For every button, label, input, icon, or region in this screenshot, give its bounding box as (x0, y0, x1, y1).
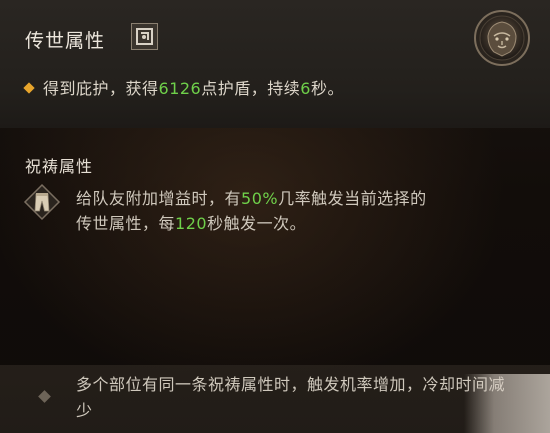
pants-icon (23, 183, 61, 221)
trigger-chance: 50% (241, 189, 279, 208)
effect-prefix: 得到庇护，获得 (43, 79, 159, 98)
item-tooltip: 传世属性 得到庇护，获得6126点护盾，持续6秒。 祝祷属性 给队友附加增益时，… (0, 0, 550, 433)
shield-amount: 6126 (158, 79, 202, 98)
desc-line1-prefix: 给队友附加增益时，有 (76, 189, 242, 208)
aspect-title: 祝祷属性 (25, 157, 94, 176)
watermark-overlay (464, 374, 550, 433)
aspect-description: 给队友附加增益时，有50%几率触发当前选择的 传世属性，每120秒触发一次。 (76, 186, 536, 236)
stacking-note: 多个部位有同一条祝祷属性时，触发机率增加，冷却时间减少 (76, 375, 506, 420)
desc-line1-suffix: 几率触发当前选择的 (278, 189, 427, 208)
bullet-diamond-icon (23, 82, 35, 94)
legendary-section: 传世属性 得到庇护，获得6126点护盾，持续6秒。 (0, 0, 550, 128)
legendary-rune-icon (131, 23, 158, 50)
lion-crest-icon (474, 10, 530, 66)
effect-middle: 点护盾，持续 (201, 79, 301, 98)
shield-duration: 6 (300, 79, 311, 98)
effect-suffix: 秒。 (310, 79, 344, 98)
desc-line2-suffix: 秒触发一次。 (207, 214, 307, 233)
legendary-title: 传世属性 (25, 30, 106, 52)
cooldown-seconds: 120 (175, 214, 208, 233)
desc-line2-prefix: 传世属性，每 (76, 214, 176, 233)
legendary-effect-line: 得到庇护，获得6126点护盾，持续6秒。 (23, 75, 344, 99)
